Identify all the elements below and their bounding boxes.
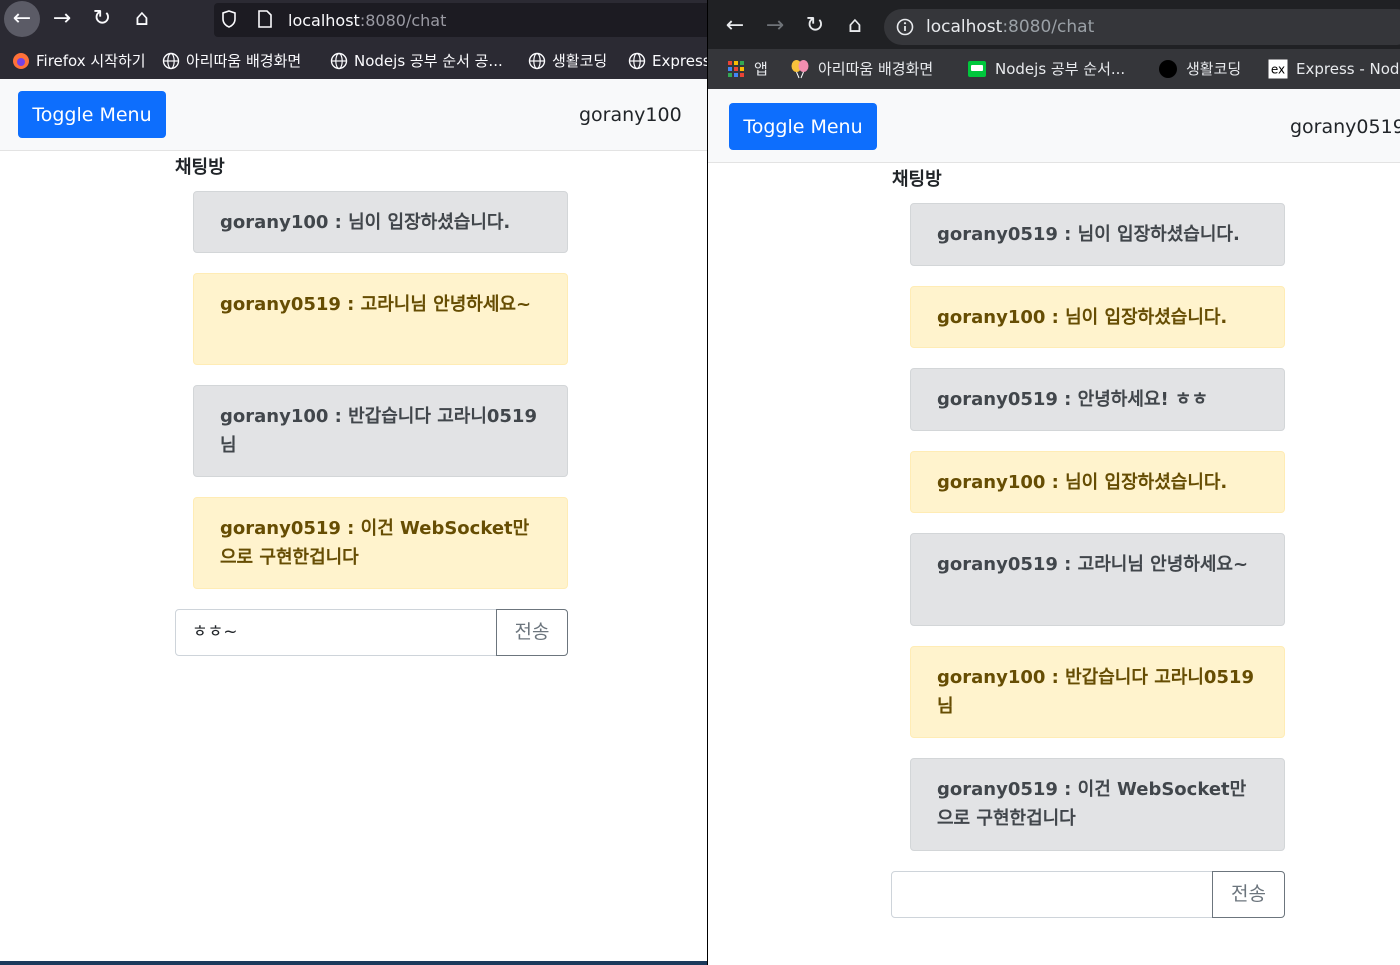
nav-username[interactable]: gorany100 [579,104,682,126]
message-input[interactable]: ㅎㅎ~ [175,609,497,656]
url-text: localhost:8080/chat [288,11,446,30]
chat-message: gorany0519 : 고라니님 안녕하세요~ [910,533,1285,626]
globe-icon [528,52,546,70]
back-icon[interactable]: ← [722,13,748,39]
chrome-window: ← → ↻ ⌂ localhost:8080/chat 앱 아리따움 배경화면 [708,0,1400,965]
chat-message: gorany100 : 님이 입장하셨습니다. [910,286,1285,348]
bookmark-label: Nodejs 공부 순서... [995,60,1126,78]
chat-message: gorany100 : 반갑습니다 고라니0519님 [910,646,1285,738]
firefox-toolbar: ← → ↻ ⌂ localhost:8080/chat [0,0,707,41]
chat-message: gorany0519 : 고라니님 안녕하세요~ [193,273,568,365]
bookmark-label: Express - Node [1296,60,1400,78]
chat-message: gorany100 : 님이 입장하셨습니다. [910,451,1285,513]
bookmark-label: 아리따움 배경화면 [818,60,934,78]
navbar: Toggle Menu gorany0519 [708,89,1400,163]
info-icon [896,18,914,36]
url-path: :8080/chat [359,11,447,30]
chat-message: gorany0519 : 이건 WebSocket만으로 구현한겁니다 [910,758,1285,851]
svg-text:ex: ex [1271,63,1285,77]
taskbar-edge [0,961,707,965]
chat-message: gorany0519 : 안녕하세요! ㅎㅎ [910,368,1285,431]
chat-message: gorany0519 : 이건 WebSocket만으로 구현한겁니다 [193,497,568,589]
bookmark-item[interactable]: 앱 [726,58,768,80]
chat-bubble-icon [968,61,986,77]
bookmark-label: 생활코딩 [552,52,608,70]
bookmark-item[interactable]: 생활코딩 [528,50,607,72]
bookmark-item[interactable]: 생활코딩 [1158,58,1241,80]
forward-icon[interactable]: → [762,13,788,39]
back-icon[interactable]: ← [4,1,40,37]
message-input[interactable] [891,871,1213,918]
toggle-menu-button[interactable]: Toggle Menu [729,103,877,150]
firefox-icon [13,53,29,69]
globe-icon [330,52,348,70]
url-text: localhost:8080/chat [926,17,1094,37]
address-bar[interactable]: localhost:8080/chat [214,3,707,37]
chat-message: gorany100 : 님이 입장하셨습니다. [193,191,568,253]
bookmark-label: Firefox 시작하기 [36,52,146,70]
shield-icon [222,10,236,28]
bookmark-item[interactable]: Firefox 시작하기 [12,50,146,72]
bookmark-item[interactable]: 아리따움 배경화면 [790,58,933,80]
bookmark-item[interactable]: ex Express - Node [1268,58,1400,80]
page-icon [258,10,272,28]
url-path: :8080/chat [1002,17,1095,37]
reload-icon[interactable]: ↻ [802,13,828,39]
apps-grid-icon [728,61,744,77]
page-title: 채팅방 [892,169,942,190]
bookmark-item[interactable]: Nodejs 공부 순서... [967,58,1125,80]
home-icon[interactable]: ⌂ [842,13,868,39]
page-title: 채팅방 [175,157,225,178]
chrome-toolbar: ← → ↻ ⌂ localhost:8080/chat [708,0,1400,49]
url-host: localhost [288,11,360,30]
bookmark-label: 아리따움 배경화면 [186,52,302,70]
send-button[interactable]: 전송 [496,609,568,656]
bookmark-label: 앱 [754,60,768,78]
send-button[interactable]: 전송 [1212,871,1285,918]
toggle-menu-button[interactable]: Toggle Menu [18,91,166,138]
firefox-window: ← → ↻ ⌂ localhost:8080/chat Firefox 시작하기… [0,0,707,965]
forward-icon[interactable]: → [44,1,80,37]
reload-icon[interactable]: ↻ [84,1,120,37]
url-host: localhost [926,17,1003,37]
navbar: Toggle Menu gorany100 [0,79,707,151]
home-icon[interactable]: ⌂ [124,1,160,37]
chat-message: gorany100 : 반갑습니다 고라니0519님 [193,385,568,477]
express-ex-icon: ex [1268,59,1288,79]
bookmarks-bar: Firefox 시작하기 아리따움 배경화면 Nodejs 공부 순서 공...… [0,41,707,79]
bookmark-item[interactable]: 아리따움 배경화면 [162,50,301,72]
bookmark-item[interactable]: Express [628,50,707,72]
globe-icon [162,52,180,70]
bookmark-label: Express [652,52,707,70]
bookmark-label: Nodejs 공부 순서 공... [354,52,503,70]
address-bar[interactable]: localhost:8080/chat [884,9,1400,45]
bookmarks-bar: 앱 아리따움 배경화면 Nodejs 공부 순서... 생활코딩 ex Expr… [708,49,1400,89]
black-circle-icon [1159,60,1177,78]
bookmark-item[interactable]: Nodejs 공부 순서 공... [330,50,503,72]
balloon-icon [791,60,809,79]
bookmark-label: 생활코딩 [1186,60,1242,78]
nav-username[interactable]: gorany0519 [1290,116,1400,138]
globe-icon [628,52,646,70]
chat-message: gorany0519 : 님이 입장하셨습니다. [910,203,1285,266]
